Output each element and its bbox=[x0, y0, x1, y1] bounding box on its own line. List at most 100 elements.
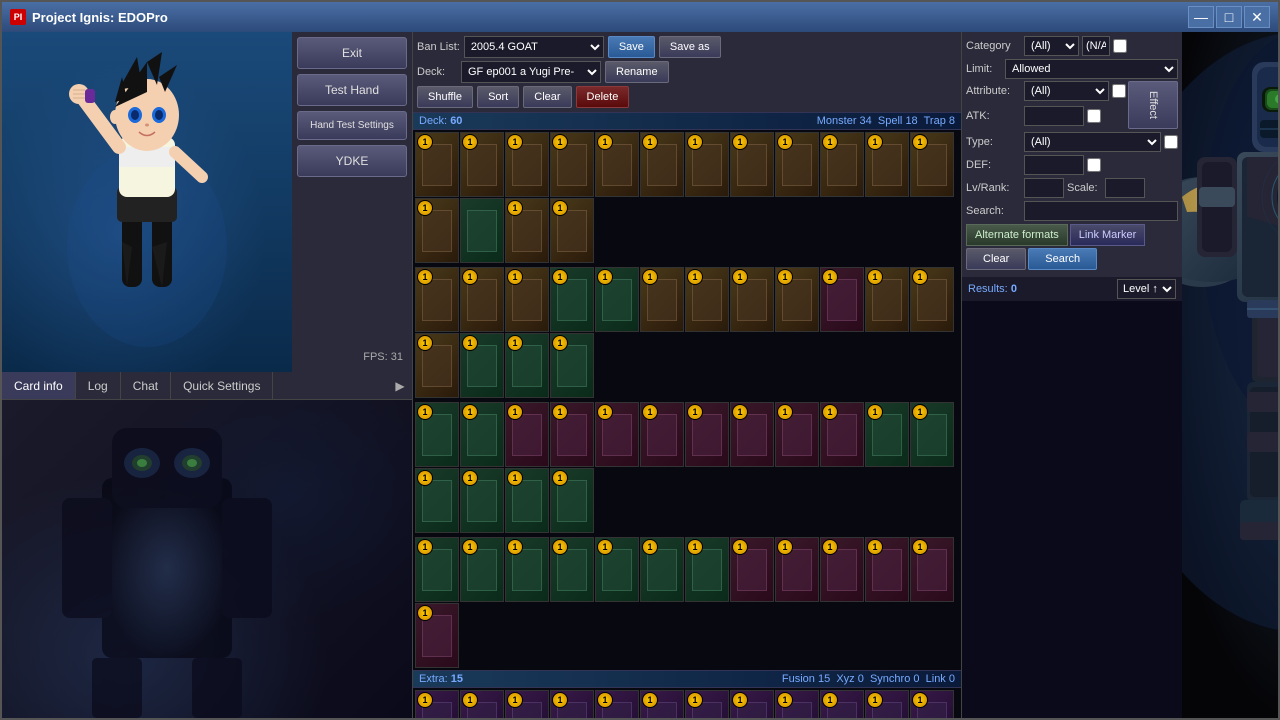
card-thumb[interactable]: 1 bbox=[505, 690, 549, 718]
effect-button[interactable]: Effect bbox=[1128, 81, 1178, 129]
hand-test-settings-button[interactable]: Hand Test Settings bbox=[297, 111, 407, 140]
atk-input[interactable] bbox=[1024, 106, 1084, 126]
card-thumb[interactable]: 1 bbox=[775, 267, 819, 332]
card-thumb[interactable]: 1 bbox=[685, 402, 729, 467]
na-input[interactable] bbox=[1082, 36, 1110, 56]
card-thumb[interactable]: 1 bbox=[550, 333, 594, 398]
card-thumb[interactable]: 1 bbox=[640, 537, 684, 602]
card-thumb[interactable]: 1 bbox=[865, 537, 909, 602]
card-thumb[interactable]: 1 bbox=[460, 333, 504, 398]
save-as-button[interactable]: Save as bbox=[659, 36, 721, 58]
card-thumb[interactable]: 1 bbox=[595, 267, 639, 332]
clear-button[interactable]: Clear bbox=[523, 86, 571, 108]
card-thumb[interactable]: 1 bbox=[505, 402, 549, 467]
card-thumb[interactable]: 1 bbox=[460, 468, 504, 533]
card-thumb[interactable]: 1 bbox=[730, 267, 774, 332]
card-thumb[interactable]: 1 bbox=[550, 402, 594, 467]
card-thumb[interactable]: 1 bbox=[415, 267, 459, 332]
attribute-select[interactable]: (All) bbox=[1024, 81, 1109, 101]
attribute-checkbox[interactable] bbox=[1112, 84, 1126, 98]
ydke-button[interactable]: YDKE bbox=[297, 145, 407, 177]
card-thumb[interactable]: 1 bbox=[550, 690, 594, 718]
card-thumb[interactable]: 1 bbox=[415, 132, 459, 197]
card-thumb[interactable]: 1 bbox=[730, 690, 774, 718]
tab-card-info[interactable]: Card info bbox=[2, 372, 76, 399]
type-checkbox[interactable] bbox=[1164, 135, 1178, 149]
card-thumb[interactable]: 1 bbox=[820, 690, 864, 718]
delete-button[interactable]: Delete bbox=[576, 86, 630, 108]
def-checkbox[interactable] bbox=[1087, 158, 1101, 172]
tab-scroll-right[interactable]: ▶ bbox=[388, 372, 412, 399]
ban-list-select[interactable]: 2005.4 GOAT bbox=[464, 36, 604, 58]
card-thumb[interactable]: 1 bbox=[730, 537, 774, 602]
card-thumb[interactable]: 1 bbox=[640, 402, 684, 467]
card-thumb[interactable]: 1 bbox=[910, 402, 954, 467]
card-thumb[interactable]: 1 bbox=[505, 468, 549, 533]
card-thumb[interactable]: 1 bbox=[685, 267, 729, 332]
exit-button[interactable]: Exit bbox=[297, 37, 407, 69]
close-button[interactable]: ✕ bbox=[1244, 6, 1270, 28]
sort-button[interactable]: Sort bbox=[477, 86, 519, 108]
shuffle-button[interactable]: Shuffle bbox=[417, 86, 473, 108]
minimize-button[interactable]: — bbox=[1188, 6, 1214, 28]
deck-select[interactable]: GF ep001 a Yugi Pre- bbox=[461, 61, 601, 83]
card-thumb[interactable]: 1 bbox=[820, 267, 864, 332]
card-thumb[interactable]: 1 bbox=[865, 690, 909, 718]
card-thumb[interactable]: 1 bbox=[505, 198, 549, 263]
card-thumb[interactable]: 1 bbox=[550, 267, 594, 332]
card-thumb[interactable]: 1 bbox=[415, 402, 459, 467]
maximize-button[interactable]: □ bbox=[1216, 6, 1242, 28]
card-thumb[interactable]: 1 bbox=[505, 333, 549, 398]
card-thumb[interactable]: 1 bbox=[415, 537, 459, 602]
card-thumb[interactable]: 1 bbox=[640, 132, 684, 197]
card-thumb[interactable]: 1 bbox=[820, 132, 864, 197]
def-input[interactable] bbox=[1024, 155, 1084, 175]
rename-button[interactable]: Rename bbox=[605, 61, 669, 83]
results-list[interactable] bbox=[962, 301, 1182, 718]
card-thumb[interactable]: 1 bbox=[415, 198, 459, 263]
card-thumb[interactable]: 1 bbox=[460, 267, 504, 332]
card-thumb[interactable]: 1 bbox=[505, 537, 549, 602]
card-thumb[interactable]: 1 bbox=[550, 198, 594, 263]
card-thumb[interactable]: 1 bbox=[460, 132, 504, 197]
filter-search-button[interactable]: Search bbox=[1028, 248, 1097, 270]
deck-scroll-area[interactable]: Deck: 60 Monster 34 Spell 18 Trap 8 1111… bbox=[413, 112, 961, 718]
card-thumb[interactable]: 1 bbox=[775, 132, 819, 197]
save-button[interactable]: Save bbox=[608, 36, 655, 58]
search-input[interactable] bbox=[1024, 201, 1178, 221]
card-thumb[interactable]: 1 bbox=[910, 690, 954, 718]
card-thumb[interactable]: 1 bbox=[550, 468, 594, 533]
card-thumb[interactable]: 1 bbox=[685, 537, 729, 602]
card-thumb[interactable]: 1 bbox=[865, 267, 909, 332]
card-thumb[interactable]: 1 bbox=[910, 132, 954, 197]
card-thumb[interactable]: 1 bbox=[595, 537, 639, 602]
card-thumb[interactable]: 1 bbox=[595, 690, 639, 718]
card-thumb[interactable]: 1 bbox=[595, 132, 639, 197]
alt-formats-button[interactable]: Alternate formats bbox=[966, 224, 1068, 246]
atk-checkbox[interactable] bbox=[1087, 109, 1101, 123]
card-thumb[interactable]: 1 bbox=[865, 132, 909, 197]
category-checkbox[interactable] bbox=[1113, 39, 1127, 53]
card-thumb[interactable]: 1 bbox=[910, 267, 954, 332]
card-thumb[interactable]: 1 bbox=[685, 690, 729, 718]
tab-chat[interactable]: Chat bbox=[121, 372, 171, 399]
card-thumb[interactable]: 1 bbox=[685, 132, 729, 197]
type-select[interactable]: (All) bbox=[1024, 132, 1161, 152]
lv-rank-input[interactable] bbox=[1024, 178, 1064, 198]
card-thumb[interactable]: 1 bbox=[820, 537, 864, 602]
tab-quick-settings[interactable]: Quick Settings bbox=[171, 372, 273, 399]
sort-select[interactable]: Level ↑ bbox=[1117, 279, 1176, 299]
card-thumb[interactable]: 1 bbox=[415, 690, 459, 718]
category-select[interactable]: (All) bbox=[1024, 36, 1079, 56]
card-thumb[interactable]: 1 bbox=[730, 402, 774, 467]
card-thumb[interactable]: 1 bbox=[460, 537, 504, 602]
card-thumb[interactable]: 1 bbox=[640, 690, 684, 718]
card-thumb[interactable]: 1 bbox=[775, 537, 819, 602]
card-thumb[interactable]: 1 bbox=[505, 267, 549, 332]
card-thumb[interactable]: 1 bbox=[415, 333, 459, 398]
test-hand-button[interactable]: Test Hand bbox=[297, 74, 407, 106]
link-marker-button[interactable]: Link Marker bbox=[1070, 224, 1145, 246]
scale-input[interactable] bbox=[1105, 178, 1145, 198]
filter-clear-button[interactable]: Clear bbox=[966, 248, 1026, 270]
card-thumb[interactable]: 1 bbox=[910, 537, 954, 602]
